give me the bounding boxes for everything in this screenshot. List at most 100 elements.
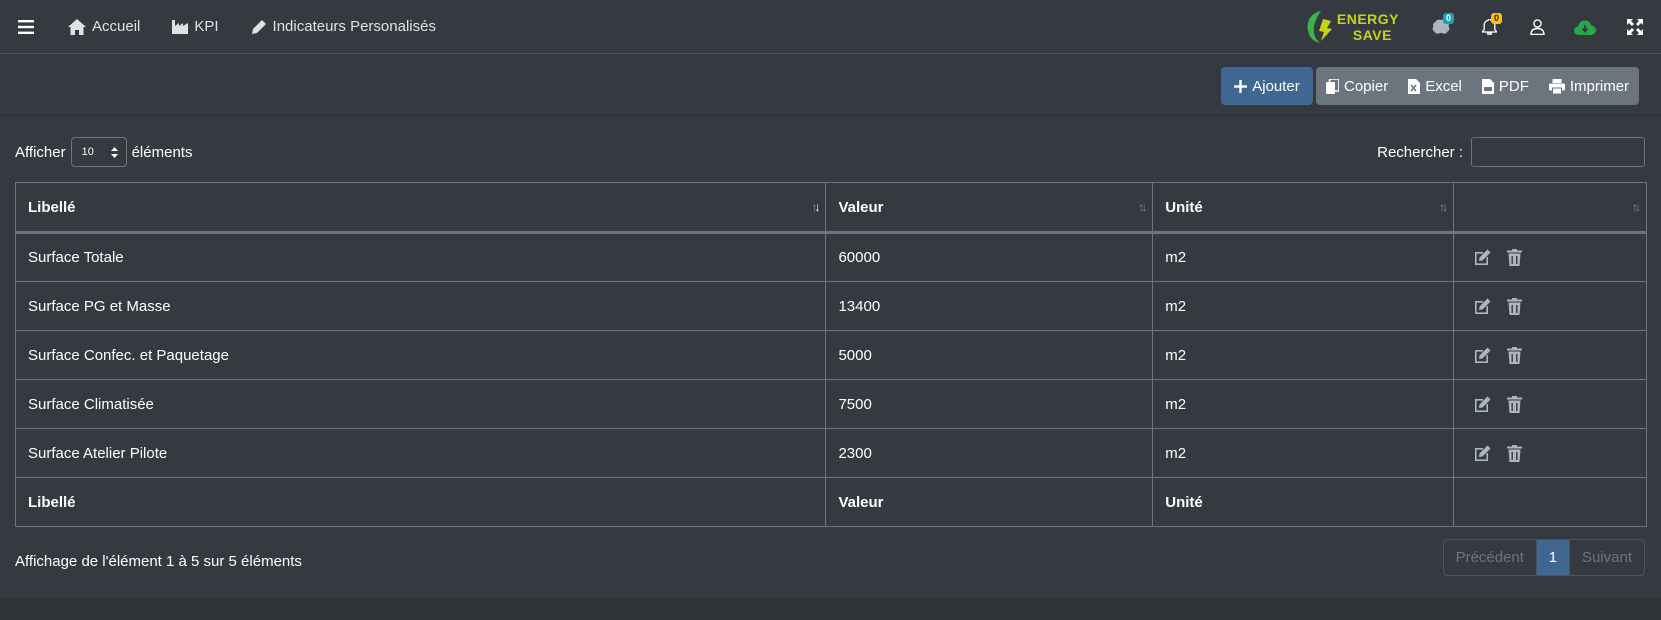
add-button[interactable]: Ajouter: [1221, 67, 1313, 105]
trash-icon[interactable]: [1507, 297, 1523, 315]
footer-libelle: Libellé: [14, 477, 827, 527]
trash-icon[interactable]: [1507, 444, 1523, 462]
table-row: Surface Confec. et Paquetage 5000 m2: [14, 330, 1647, 380]
page-length-value: 10: [81, 146, 94, 158]
brain-button[interactable]: 0: [1417, 0, 1465, 54]
column-header-valeur[interactable]: Valeur ↑↓: [825, 182, 1154, 234]
table-footer-row: Libellé Valeur Unité: [14, 477, 1647, 527]
table-header-row: Libellé ↑↓ Valeur ↑↓ Unité ↑↓ ↑↓: [14, 182, 1647, 234]
next-page-button[interactable]: Suivant: [1569, 540, 1644, 575]
logo-text-save: SAVE: [1352, 27, 1392, 43]
print-button-label: Imprimer: [1569, 77, 1630, 95]
nav-link-label: Indicateurs Personalisés: [272, 18, 436, 35]
fullscreen-icon: [1627, 19, 1643, 35]
table-info: Affichage de l'élément 1 à 5 sur 5 éléme…: [15, 553, 302, 570]
trash-icon[interactable]: [1507, 346, 1523, 364]
excel-button-label: Excel: [1425, 77, 1462, 95]
pdf-button[interactable]: PDF: [1472, 67, 1539, 105]
previous-page-button[interactable]: Précédent: [1443, 540, 1536, 575]
plus-icon: [1234, 79, 1248, 93]
print-button[interactable]: Imprimer: [1539, 67, 1639, 105]
footer-valeur: Valeur: [825, 477, 1154, 527]
top-navbar: Accueil KPI Indicateurs Personalisés ENE…: [0, 0, 1661, 54]
cloud-download-icon: [1574, 20, 1596, 35]
excel-button[interactable]: Excel: [1398, 67, 1472, 105]
cell-libelle: Surface PG et Masse: [14, 281, 827, 331]
logo-text-energy: ENERGY: [1336, 11, 1399, 27]
search-control: Rechercher :: [1377, 137, 1645, 167]
cell-unite: m2: [1152, 281, 1455, 331]
cell-unite: m2: [1152, 232, 1455, 282]
footer-actions: [1453, 477, 1647, 527]
copy-button-label: Copier: [1344, 77, 1389, 95]
page-1-button[interactable]: 1: [1535, 540, 1570, 575]
cell-valeur: 7500: [825, 379, 1154, 429]
energy-save-logo: ENERGY SAVE: [1305, 9, 1399, 45]
footer-unite: Unité: [1152, 477, 1455, 527]
table-row: Surface Atelier Pilote 2300 m2: [14, 428, 1647, 478]
table-row: Surface Totale 60000 m2: [14, 232, 1647, 282]
menu-toggle-icon[interactable]: [0, 0, 52, 54]
excel-icon: [1408, 78, 1421, 94]
nav-link-label: Accueil: [92, 18, 141, 35]
column-header-libelle[interactable]: Libellé ↑↓: [14, 182, 827, 234]
notification-badge: 0: [1491, 13, 1503, 24]
copy-icon: [1326, 78, 1339, 94]
trash-icon[interactable]: [1507, 249, 1523, 266]
fullscreen-button[interactable]: [1609, 0, 1661, 54]
cell-unite: m2: [1152, 428, 1455, 478]
nav-link-kpi[interactable]: KPI: [156, 0, 234, 54]
notifications-button[interactable]: 0: [1465, 0, 1513, 54]
column-header-actions[interactable]: ↑↓: [1453, 182, 1647, 234]
datatable-card: Afficher 10 éléments Rechercher : Libell…: [0, 117, 1661, 597]
add-button-label: Ajouter: [1252, 77, 1300, 95]
cell-unite: m2: [1152, 330, 1455, 380]
export-button-group: Copier Excel PDF Imprimer: [1316, 67, 1640, 105]
data-table: Libellé ↑↓ Valeur ↑↓ Unité ↑↓ ↑↓ Surface To…: [14, 182, 1647, 527]
home-icon: [68, 18, 86, 35]
edit-icon[interactable]: [1474, 249, 1491, 266]
sort-icon: ↑↓: [1632, 200, 1641, 214]
cloud-sync-button[interactable]: [1561, 0, 1609, 54]
pdf-button-label: PDF: [1498, 77, 1529, 95]
trash-icon[interactable]: [1507, 395, 1523, 413]
table-row: Surface PG et Masse 13400 m2: [14, 281, 1647, 331]
copy-button[interactable]: Copier: [1316, 67, 1398, 105]
nav-link-indicateurs[interactable]: Indicateurs Personalisés: [235, 0, 452, 54]
page-length-select[interactable]: 10: [70, 137, 127, 167]
sort-icon: ↑↓: [1439, 200, 1448, 214]
search-label: Rechercher :: [1377, 143, 1463, 161]
pen-icon: [251, 19, 266, 34]
sort-icon: ↑↓: [811, 200, 820, 214]
print-icon: [1548, 78, 1565, 94]
cell-unite: m2: [1152, 379, 1455, 429]
sort-icon: ↑↓: [1138, 200, 1147, 214]
table-row: Surface Climatisée 7500 m2: [14, 379, 1647, 429]
cell-libelle: Surface Confec. et Paquetage: [14, 330, 827, 380]
edit-icon[interactable]: [1474, 396, 1491, 413]
cell-valeur: 13400: [825, 281, 1154, 331]
length-suffix-label: éléments: [131, 143, 193, 161]
nav-link-accueil[interactable]: Accueil: [52, 0, 156, 54]
sort-caret-icon: [110, 146, 118, 158]
cell-valeur: 2300: [825, 428, 1154, 478]
length-prefix-label: Afficher: [15, 143, 66, 161]
cell-valeur: 60000: [825, 232, 1154, 282]
cell-libelle: Surface Atelier Pilote: [14, 428, 827, 478]
factory-icon: [172, 20, 189, 34]
edit-icon[interactable]: [1474, 445, 1491, 462]
pagination: Précédent 1 Suivant: [1442, 539, 1645, 576]
edit-icon[interactable]: [1474, 347, 1491, 364]
nav-link-label: KPI: [194, 18, 219, 35]
brain-badge: 0: [1443, 13, 1455, 24]
edit-icon[interactable]: [1474, 298, 1491, 315]
user-icon: [1529, 19, 1545, 35]
pdf-icon: [1481, 78, 1494, 94]
page-length-control: Afficher 10 éléments: [15, 137, 192, 167]
user-button[interactable]: [1513, 0, 1561, 54]
page-footer-strip: [0, 597, 1661, 620]
cell-libelle: Surface Climatisée: [14, 379, 827, 429]
toolbar: Ajouter Copier Excel PDF Imprimer: [0, 54, 1661, 116]
column-header-unite[interactable]: Unité ↑↓: [1152, 182, 1455, 234]
search-input[interactable]: [1471, 137, 1645, 167]
